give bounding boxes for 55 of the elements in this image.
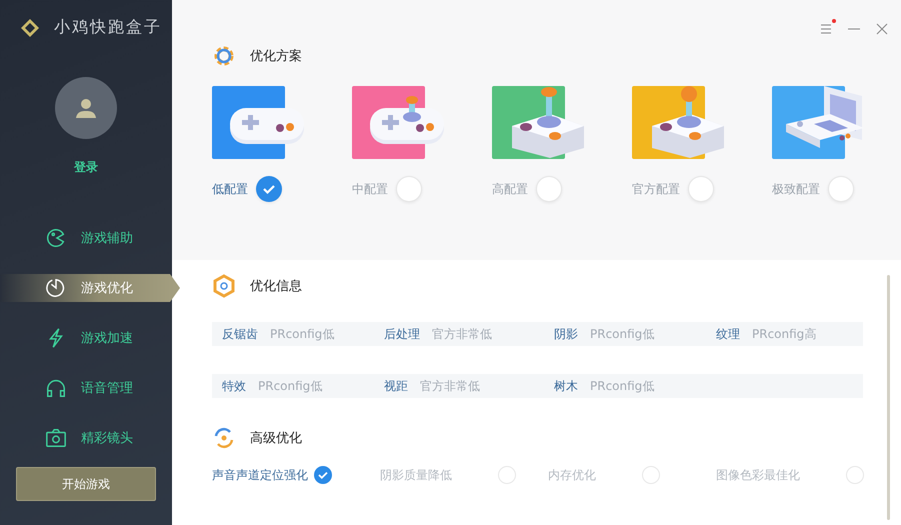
plan-label: 官方配置: [632, 180, 680, 198]
section-title: 优化方案: [250, 48, 302, 65]
option-label: 声音声道定位强化: [212, 466, 308, 484]
headphones-icon: [45, 377, 67, 399]
menu-button[interactable]: [819, 22, 833, 36]
minimize-icon: [848, 28, 860, 30]
section-title: 优化信息: [250, 278, 302, 295]
info-value: PRconfig低: [270, 326, 334, 342]
info-value: 官方非常低: [432, 326, 492, 342]
info-label: 阴影: [554, 326, 578, 342]
camera-icon: [45, 427, 67, 449]
app-title: 小鸡快跑盒子: [54, 17, 162, 38]
info-value: PRconfig低: [590, 326, 654, 342]
plan-label: 高配置: [492, 180, 528, 198]
nav-item[interactable]: 游戏辅助: [0, 224, 172, 252]
nav-item[interactable]: 游戏加速: [0, 324, 172, 352]
pacman-icon: [45, 227, 67, 249]
gear-icon: [212, 44, 236, 68]
info-value: 官方非常低: [420, 378, 480, 394]
info-label: 特效: [222, 378, 246, 394]
radio-button[interactable]: [536, 176, 562, 202]
option-label: 内存优化: [548, 466, 596, 484]
login-link[interactable]: 登录: [74, 159, 98, 176]
clock-icon: [45, 277, 67, 299]
close-icon: [876, 23, 888, 35]
info-value: PRconfig低: [590, 378, 654, 394]
user-icon: [75, 98, 97, 118]
plan-label: 中配置: [352, 180, 388, 198]
info-value: PRconfig高: [752, 326, 816, 342]
radio-button[interactable]: [828, 176, 854, 202]
checkbox[interactable]: [314, 466, 332, 484]
section-title: 高级优化: [250, 430, 302, 447]
nav-item[interactable]: 语音管理: [0, 374, 172, 402]
refresh-icon: [212, 426, 236, 450]
logo-icon: [20, 18, 40, 38]
radio-button[interactable]: [688, 176, 714, 202]
notification-dot: [832, 19, 836, 23]
option-label: 图像色彩最佳化: [716, 466, 800, 484]
info-label: 反锯齿: [222, 326, 258, 342]
info-label: 视距: [384, 378, 408, 394]
close-button[interactable]: [875, 22, 889, 36]
plan-label: 低配置: [212, 180, 248, 198]
hexagon-icon: [212, 274, 236, 298]
plan-label: 极致配置: [772, 180, 820, 198]
info-label: 后处理: [384, 326, 420, 342]
scrollbar[interactable]: [887, 275, 890, 520]
menu-icon: [820, 24, 832, 34]
info-value: PRconfig低: [258, 378, 322, 394]
start-game-button[interactable]: 开始游戏: [16, 467, 156, 501]
info-label: 树木: [554, 378, 578, 394]
nav-item[interactable]: 精彩镜头: [0, 424, 172, 452]
info-label: 纹理: [716, 326, 740, 342]
radio-button[interactable]: [396, 176, 422, 202]
radio-button[interactable]: [256, 176, 282, 202]
option-label: 阴影质量降低: [380, 466, 452, 484]
